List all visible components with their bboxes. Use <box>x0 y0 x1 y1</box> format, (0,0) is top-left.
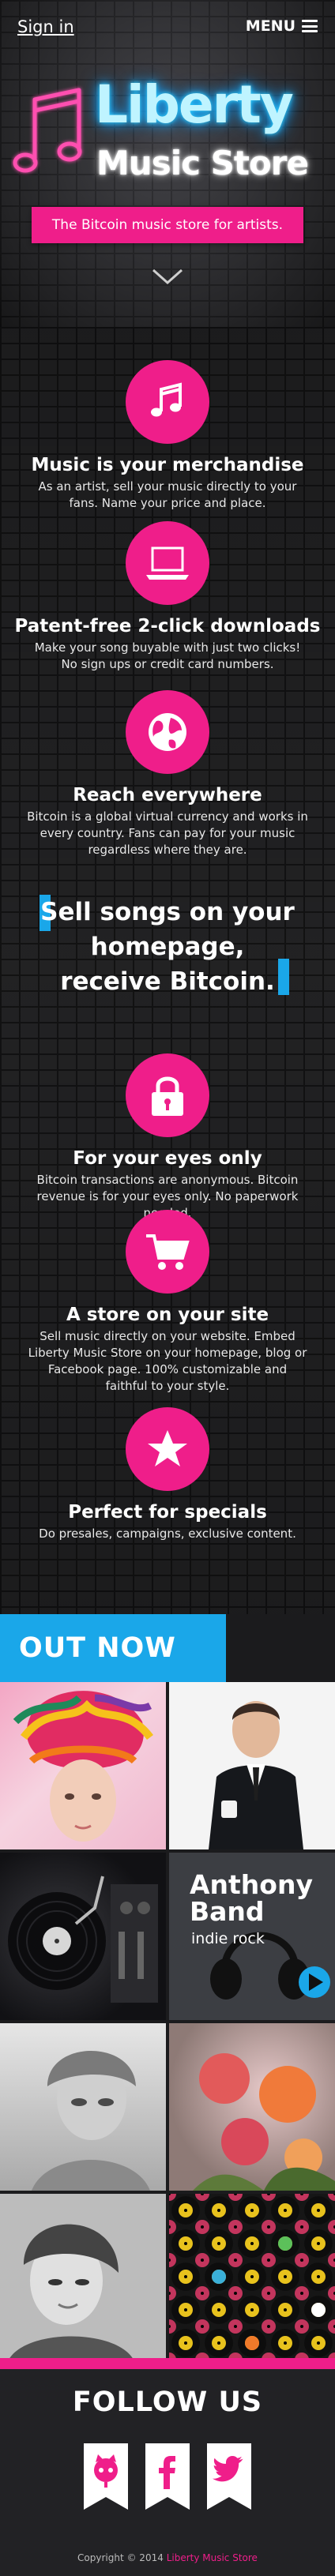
feature-title: Reach everywhere <box>73 785 262 805</box>
laptop-icon <box>146 546 189 580</box>
album-tile[interactable] <box>0 1853 166 2020</box>
out-now-title: OUT NOW <box>19 1632 176 1664</box>
globe-icon <box>149 713 186 751</box>
featured-album-tile[interactable]: Anthony Band indie rock <box>169 1853 335 2020</box>
feature-text: Do presales, campaigns, exclusive conten… <box>39 1526 296 1541</box>
copyright-brand-link[interactable]: Liberty Music Store <box>167 2552 258 2563</box>
twitter-icon[interactable] <box>207 2443 251 2510</box>
album-tile[interactable] <box>169 2194 335 2361</box>
feature-title: Perfect for specials <box>68 1502 267 1523</box>
quote-line: homepage, <box>90 933 245 961</box>
out-now-header: OUT NOW <box>0 1614 335 1682</box>
feature-icon-circle <box>126 690 209 774</box>
out-now-tab: OUT NOW <box>0 1614 226 1682</box>
album-artwork <box>209 1701 303 1849</box>
album-genre: indie rock <box>191 1930 265 1947</box>
feature-text: Sell music directly on your website. Emb… <box>28 1329 307 1393</box>
album-tile[interactable] <box>0 2023 166 2191</box>
album-artwork <box>13 1691 153 1842</box>
logo-subtitle: Music Store <box>96 144 309 182</box>
quote-line: receive Bitcoin. <box>60 967 275 996</box>
quote-block: Sell songs on your homepage, receive Bit… <box>40 895 295 999</box>
quote-line: Sell songs on your <box>40 898 295 926</box>
logo-title: Liberty <box>95 74 294 135</box>
feature-icon-circle <box>126 1053 209 1137</box>
album-title-line: Anthony <box>190 1869 313 1900</box>
tagline-text: The Bitcoin music store for artists. <box>51 217 284 233</box>
feature-item: Patent-free 2-click downloads Make your … <box>0 521 335 673</box>
features-section: Music is your merchandise As an artist, … <box>0 327 335 1614</box>
album-tile[interactable] <box>0 2194 166 2361</box>
feature-item: A store on your site Sell music directly… <box>0 1210 335 1395</box>
cart-icon <box>146 1234 190 1270</box>
facebook-icon[interactable] <box>145 2443 190 2510</box>
lock-icon <box>152 1076 183 1116</box>
album-tile[interactable] <box>0 1682 166 1849</box>
menu-button[interactable]: MENU <box>246 17 318 35</box>
feature-item: For your eyes only Bitcoin transactions … <box>0 1053 335 1222</box>
album-artwork <box>8 1876 158 2003</box>
feature-text: Make your song buyable with just two cli… <box>34 640 301 671</box>
feature-title: A store on your site <box>66 1305 269 1325</box>
feature-icon-circle <box>126 1210 209 1294</box>
music-note-icon <box>151 382 182 417</box>
album-tile[interactable] <box>169 2023 335 2191</box>
feature-icon-circle <box>126 1407 209 1491</box>
follow-title: FOLLOW US <box>72 2386 263 2418</box>
album-artwork <box>8 2224 134 2361</box>
tagline-banner: The Bitcoin music store for artists. <box>32 207 303 243</box>
album-title: Anthony Band <box>190 1872 313 1925</box>
follow-section: FOLLOW US Copyright © 2014 Liberty Music… <box>0 2369 335 2576</box>
footer-accent-line <box>0 2358 335 2369</box>
feature-item: Music is your merchandise As an artist, … <box>0 360 335 512</box>
album-artwork <box>32 2051 150 2191</box>
github-icon[interactable] <box>84 2443 128 2510</box>
hero: Sign in MENU Liberty Music Store The Bit… <box>0 0 335 327</box>
album-artwork <box>169 2194 335 2361</box>
chevron-down-icon[interactable] <box>150 267 185 286</box>
copyright: Copyright © 2014 Liberty Music Store <box>0 2552 335 2563</box>
feature-item: Reach everywhere Bitcoin is a global vir… <box>0 690 335 858</box>
feature-text: As an artist, sell your music directly t… <box>38 479 297 510</box>
quote-accent-bar <box>278 959 289 995</box>
album-tile[interactable] <box>169 1682 335 1849</box>
sign-in-link[interactable]: Sign in <box>17 17 74 36</box>
feature-text: Bitcoin is a global virtual currency and… <box>27 809 308 857</box>
menu-label: MENU <box>245 17 295 35</box>
feature-icon-circle <box>126 521 209 605</box>
feature-title: Music is your merchandise <box>31 455 304 475</box>
star-icon <box>148 1430 187 1466</box>
neon-music-note-icon <box>13 88 82 173</box>
album-title-line: Band <box>190 1896 265 1927</box>
copyright-text: Copyright © 2014 <box>77 2552 164 2563</box>
album-artwork <box>193 2053 335 2191</box>
hamburger-icon <box>302 20 318 32</box>
feature-icon-circle <box>126 360 209 444</box>
feature-title: Patent-free 2-click downloads <box>14 616 321 636</box>
feature-item: Perfect for specials Do presales, campai… <box>0 1407 335 1542</box>
feature-title: For your eyes only <box>73 1148 262 1169</box>
